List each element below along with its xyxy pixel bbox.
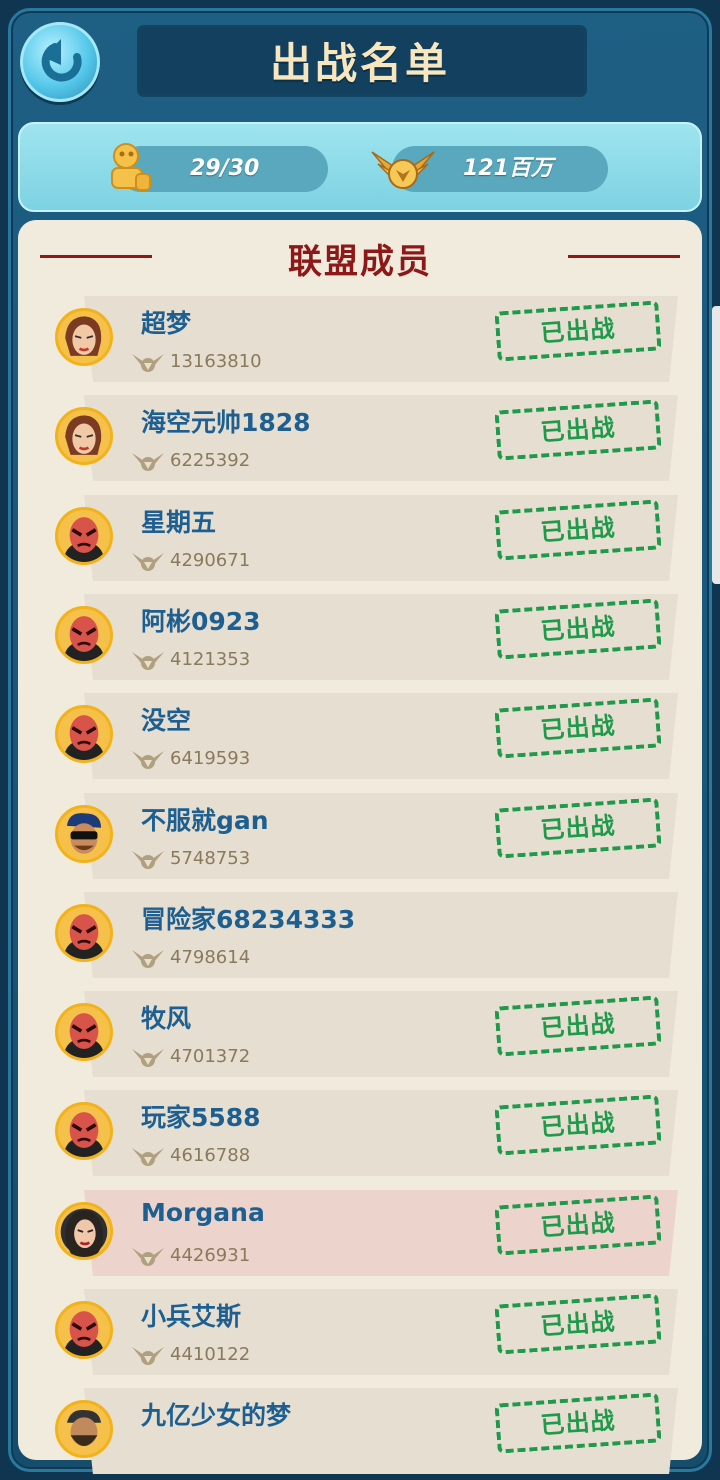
red-mask-avatar[interactable] bbox=[55, 705, 113, 763]
woman-avatar[interactable] bbox=[55, 407, 113, 465]
power-emblem-icon bbox=[132, 751, 164, 769]
troop-count: 29/30 bbox=[190, 156, 260, 181]
power-emblem-icon bbox=[132, 453, 164, 471]
back-button[interactable] bbox=[20, 22, 100, 102]
member-name: 阿彬0923 bbox=[141, 607, 261, 636]
troop-icon bbox=[111, 143, 151, 191]
member-power: 4410122 bbox=[170, 1344, 251, 1365]
member-name: 没空 bbox=[141, 706, 192, 735]
scrollbar[interactable] bbox=[712, 306, 720, 584]
member-power: 4290671 bbox=[170, 550, 251, 571]
section-title: 联盟成员 bbox=[288, 242, 432, 282]
back-arrow-icon bbox=[41, 39, 82, 82]
member-name: 超梦 bbox=[141, 309, 192, 338]
member-name: 小兵艾斯 bbox=[141, 1302, 242, 1331]
red-mask-avatar[interactable] bbox=[55, 1102, 113, 1160]
member-name: 冒险家68234333 bbox=[141, 905, 356, 934]
total-power: 121百万 bbox=[463, 156, 553, 181]
member-power: 4701372 bbox=[170, 1046, 251, 1067]
power-emblem-icon bbox=[132, 354, 164, 372]
member-name: 海空元帅1828 bbox=[141, 408, 311, 437]
power-emblem-icon bbox=[371, 151, 435, 189]
member-power: 4121353 bbox=[170, 649, 251, 670]
member-power: 5748753 bbox=[170, 848, 251, 869]
power-emblem-icon bbox=[132, 652, 164, 670]
page-title: 出战名单 bbox=[269, 39, 450, 88]
member-power: 4798614 bbox=[170, 947, 251, 968]
power-emblem-icon bbox=[132, 1347, 164, 1365]
power-emblem-icon bbox=[132, 553, 164, 571]
member-power: 6419593 bbox=[170, 748, 251, 769]
red-mask-avatar[interactable] bbox=[55, 1003, 113, 1061]
bearded-avatar[interactable] bbox=[55, 1400, 113, 1458]
member-name: 九亿少女的梦 bbox=[141, 1401, 292, 1430]
sunglasses-avatar[interactable] bbox=[55, 805, 113, 863]
dark-hair-avatar[interactable] bbox=[55, 1202, 113, 1260]
member-power: 6225392 bbox=[170, 450, 251, 471]
member-name: 玩家5588 bbox=[141, 1103, 261, 1132]
red-mask-avatar[interactable] bbox=[55, 1301, 113, 1359]
power-emblem-icon bbox=[132, 851, 164, 869]
member-name: 星期五 bbox=[141, 508, 217, 537]
red-mask-avatar[interactable] bbox=[55, 507, 113, 565]
woman-avatar[interactable] bbox=[55, 308, 113, 366]
power-emblem-icon bbox=[132, 1148, 164, 1166]
member-power: 4616788 bbox=[170, 1145, 251, 1166]
member-power: 13163810 bbox=[170, 351, 262, 372]
member-name: 不服就gan bbox=[141, 806, 269, 835]
member-power: 4426931 bbox=[170, 1245, 251, 1266]
member-name: Morgana bbox=[141, 1198, 265, 1227]
power-emblem-icon bbox=[132, 950, 164, 968]
red-mask-avatar[interactable] bbox=[55, 904, 113, 962]
power-emblem-icon bbox=[132, 1049, 164, 1067]
power-emblem-icon bbox=[132, 1248, 164, 1266]
member-name: 牧风 bbox=[141, 1004, 192, 1033]
red-mask-avatar[interactable] bbox=[55, 606, 113, 664]
